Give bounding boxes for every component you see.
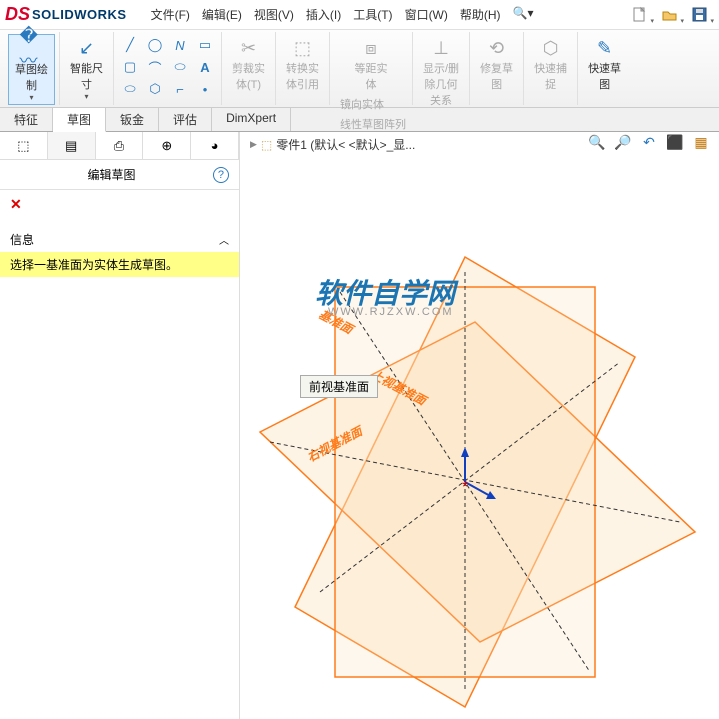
ribbon: �〰 草图绘 制 ▾ ↙ 智能尺 寸 ▾ ╱ ◯ N ▭ ▢ ⌒ ⬭ A ⬭ ⬡ [0,30,719,108]
info-section: 信息 ︿ 选择一基准面为实体生成草图。 [0,227,239,277]
line-tool-button[interactable]: ╱ [119,35,141,55]
menu-file[interactable]: 文件(F) [147,4,194,25]
panel-tab-feature-tree[interactable]: ⬚ [0,132,48,159]
collapse-icon: ︿ [219,232,229,247]
zoom-area-icon[interactable]: 🔎 [613,132,633,152]
panel-tab-config[interactable]: ⎙ [96,132,144,159]
panel-title: 编辑草图 [87,166,135,183]
rect2-tool-button[interactable]: ▢ [119,57,141,77]
info-message: 选择一基准面为实体生成草图。 [0,252,239,277]
menu-view[interactable]: 视图(V) [250,4,298,25]
menu-help[interactable]: 帮助(H) [456,4,505,25]
title-bar: DS SOLIDWORKS 文件(F) 编辑(E) 视图(V) 插入(I) 工具… [0,0,719,30]
display-style-icon[interactable]: ▦ [691,132,711,152]
menu-bar: 文件(F) 编辑(E) 视图(V) 插入(I) 工具(T) 窗口(W) 帮助(H… [147,4,538,25]
snap-icon: ⬡ [539,36,563,60]
menu-window[interactable]: 窗口(W) [401,4,452,25]
tab-sheetmetal[interactable]: 钣金 [106,108,159,131]
ellipse-tool-button[interactable]: ⬭ [169,57,191,77]
plane-tooltip: 前视基准面 [300,375,378,398]
close-panel-button[interactable]: ✕ [0,190,239,219]
quick-sketch-icon: ✎ [593,36,617,60]
tab-feature[interactable]: 特征 [0,108,53,131]
slot-tool-button[interactable]: ⬭ [119,79,141,99]
open-doc-button[interactable]: ▾ [656,3,684,27]
menu-search-icon[interactable]: 🔍▾ [509,4,538,25]
menu-insert[interactable]: 插入(I) [302,4,345,25]
panel-tab-display[interactable]: ◕ [191,132,239,159]
new-doc-button[interactable]: ▾ [626,3,654,27]
point-tool-button[interactable]: • [194,79,216,99]
offset-button[interactable]: ⧈ 等距实 体 [349,34,394,94]
canvas[interactable]: 软件自学网 WWW.RJZXW.COM 前视基准面 [240,162,719,719]
trim-button[interactable]: ✂ 剪裁实 体(T) [226,34,271,94]
tab-sketch[interactable]: 草图 [53,108,106,132]
help-icon[interactable]: ? [213,167,229,183]
info-header[interactable]: 信息 ︿ [0,227,239,252]
display-relations-button[interactable]: ⊥ 显示/删 除几何 关系 [417,34,465,110]
logo-ds-icon: DS [5,4,30,25]
view-tools: 🔍 🔎 ↶ ⬛ ▦ [587,132,711,152]
text-tool-button[interactable]: A [194,57,216,77]
ribbon-group-dimension: ↙ 智能尺 寸 ▾ [60,32,114,105]
section-view-icon[interactable]: ⬛ [665,132,685,152]
ribbon-group-offset: ⧈ 等距实 体 镜向实体 线性草图阵列 移动实体 [330,32,413,105]
quick-sketch-button[interactable]: ✎ 快速草 图 [582,34,627,94]
ribbon-group-display: ⊥ 显示/删 除几何 关系 [413,32,470,105]
circle-tool-button[interactable]: ◯ [144,35,166,55]
property-panel: ⬚ ▤ ⎙ ⊕ ◕ 编辑草图 ? ✕ 信息 ︿ 选择一基准面为实体生成草图。 [0,132,240,719]
ribbon-group-repair: ⟲ 修复草 图 [470,32,524,105]
panel-tab-dimxpert[interactable]: ⊕ [143,132,191,159]
logo-text: SOLIDWORKS [32,7,127,22]
tab-dimxpert[interactable]: DimXpert [212,108,291,131]
chevron-down-icon: ▾ [84,92,88,101]
panel-tab-property[interactable]: ▤ [48,132,96,159]
viewport[interactable]: ▶ ⬚ 零件1 (默认< <默认>_显... 🔍 🔎 ↶ ⬛ ▦ 软件自学网 W… [240,132,719,719]
mirror-button[interactable]: 镜向实体 [338,94,408,114]
part-icon: ⬚ [261,138,272,152]
tab-evaluate[interactable]: 评估 [159,108,212,131]
ribbon-group-snap: ⬡ 快速捕 捉 [524,32,578,105]
doc-tools: ▾ ▾ ▾ [626,3,714,27]
smart-dimension-button[interactable]: ↙ 智能尺 寸 ▾ [64,34,109,103]
menu-edit[interactable]: 编辑(E) [198,4,246,25]
origin-marker: * [462,479,468,496]
convert-icon: ⬚ [291,36,315,60]
arc-tool-button[interactable]: ⌒ [144,57,166,77]
breadcrumb-arrow-icon: ▶ [250,139,257,150]
polygon-tool-button[interactable]: ⬡ [144,79,166,99]
content-area: ⬚ ▤ ⎙ ⊕ ◕ 编辑草图 ? ✕ 信息 ︿ 选择一基准面为实体生成草图。 ▶… [0,132,719,719]
repair-icon: ⟲ [485,36,509,60]
breadcrumb[interactable]: ▶ ⬚ 零件1 (默认< <默认>_显... [250,136,415,153]
fillet-tool-button[interactable]: ⌐ [169,79,191,99]
linear-pattern-button[interactable]: 线性草图阵列 [338,114,408,134]
prev-view-icon[interactable]: ↶ [639,132,659,152]
chevron-down-icon: ▾ [29,93,33,102]
zoom-fit-icon[interactable]: 🔍 [587,132,607,152]
app-logo: DS SOLIDWORKS [5,4,127,25]
convert-button[interactable]: ⬚ 转换实 体引用 [280,34,325,94]
ribbon-group-convert: ⬚ 转换实 体引用 [276,32,330,105]
watermark-url: WWW.RJZXW.COM [328,306,454,318]
relations-icon: ⊥ [429,36,453,60]
panel-header: 编辑草图 ? [0,160,239,190]
panel-tabs: ⬚ ▤ ⎙ ⊕ ◕ [0,132,239,160]
menu-tools[interactable]: 工具(T) [349,4,396,25]
ribbon-group-trim: ✂ 剪裁实 体(T) [222,32,276,105]
dimension-icon: ↙ [75,36,99,60]
sketch-button[interactable]: �〰 草图绘 制 ▾ [8,34,55,105]
save-doc-button[interactable]: ▾ [686,3,714,27]
breadcrumb-part: 零件1 (默认< <默认>_显... [276,136,415,153]
repair-button[interactable]: ⟲ 修复草 图 [474,34,519,94]
quick-snap-button[interactable]: ⬡ 快速捕 捉 [528,34,573,94]
sketch-icon: �〰 [20,37,44,61]
rect-tool-button[interactable]: ▭ [194,35,216,55]
ribbon-group-entities: ╱ ◯ N ▭ ▢ ⌒ ⬭ A ⬭ ⬡ ⌐ • [114,32,222,105]
offset-icon: ⧈ [359,36,383,60]
ribbon-group-sketch: �〰 草图绘 制 ▾ [4,32,60,105]
ribbon-group-quicksketch: ✎ 快速草 图 [578,32,631,105]
trim-icon: ✂ [237,36,261,60]
spline-tool-button[interactable]: N [169,35,191,55]
planes-svg: * 上视基准面 右视基准面 基准面 [240,162,719,719]
